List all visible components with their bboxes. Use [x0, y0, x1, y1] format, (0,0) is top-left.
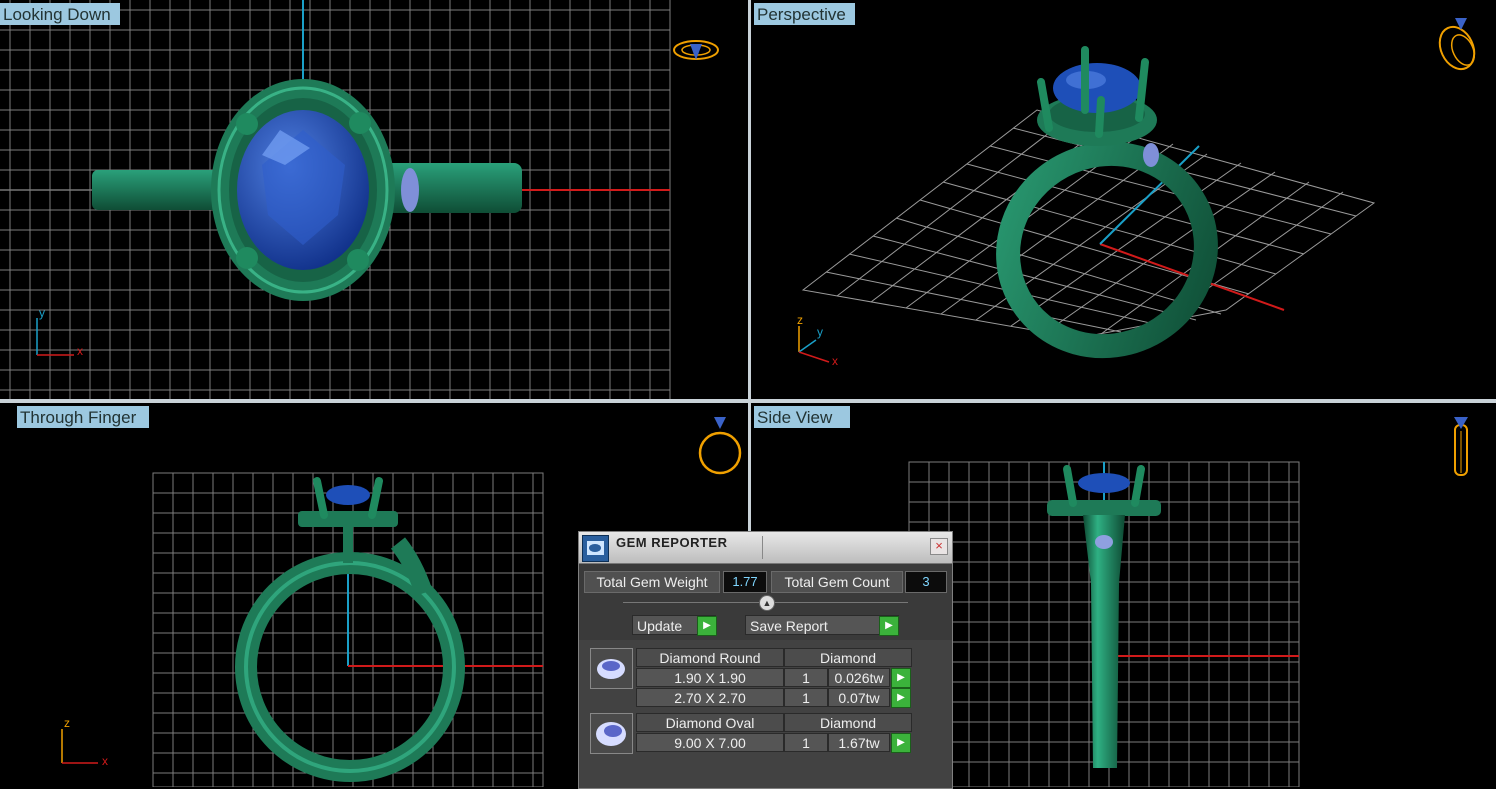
prong: [236, 113, 258, 135]
prong: [236, 247, 258, 269]
side-stone: [1095, 535, 1113, 549]
halo: [298, 511, 398, 527]
viewport-label-perspective[interactable]: Perspective: [754, 3, 855, 25]
view-cube-icon[interactable]: [1454, 417, 1468, 476]
prong: [347, 249, 369, 271]
save-report-button[interactable]: Save Report: [745, 615, 899, 635]
view-cube-icon[interactable]: [698, 417, 742, 475]
side-stone: [1143, 143, 1159, 167]
gem-shape-cell: Diamond Oval: [636, 713, 784, 732]
gem-reporter-titlebar[interactable]: GEM REPORTER ×: [579, 532, 952, 564]
center-stone: [1078, 473, 1130, 493]
total-gem-weight-label: Total Gem Weight: [584, 571, 720, 593]
gem-size-cell: 1.90 X 1.90: [636, 668, 784, 687]
halo: [1047, 500, 1161, 516]
gem-weight-cell: 0.026tw: [828, 668, 890, 687]
total-gem-count-label: Total Gem Count: [771, 571, 903, 593]
axis-z-label: z: [797, 313, 803, 327]
prong: [349, 112, 371, 134]
gem-qty-cell: 1: [784, 668, 828, 687]
total-gem-weight-value: 1.77: [723, 571, 767, 593]
perspective-canvas: [798, 18, 1481, 363]
gem-qty-cell: 1: [784, 688, 828, 707]
gem-shape-cell: Diamond Round: [636, 648, 784, 667]
save-report-play-icon[interactable]: ▶: [879, 616, 899, 636]
gem-row-play-icon[interactable]: ▶: [891, 668, 911, 688]
axis-x-label: x: [102, 754, 108, 768]
update-play-icon[interactable]: ▶: [697, 616, 717, 636]
collapse-toggle-icon[interactable]: ▲: [759, 595, 775, 611]
gem-row-play-icon[interactable]: ▶: [891, 733, 911, 753]
gem-reporter-app-icon: [582, 535, 609, 562]
viewport-perspective[interactable]: z y x Perspective: [751, 0, 1496, 399]
total-gem-count-value: 3: [905, 571, 947, 593]
axis-x-label: x: [832, 354, 838, 368]
axis-z-label: z: [64, 716, 70, 730]
viewport-label-looking-down[interactable]: Looking Down: [0, 3, 120, 25]
axis-y-label: y: [817, 325, 823, 339]
axis-x-label: x: [77, 344, 83, 358]
gem-material-cell: Diamond: [784, 713, 912, 732]
viewport-looking-down[interactable]: y x Looking Down: [0, 0, 748, 399]
gem-weight-cell: 1.67tw: [828, 733, 890, 752]
gem-material-cell: Diamond: [784, 648, 912, 667]
gem-row-play-icon[interactable]: ▶: [891, 688, 911, 708]
center-stone: [326, 485, 370, 505]
gem-size-cell: 9.00 X 7.00: [636, 733, 784, 752]
gem-reporter-title: GEM REPORTER: [616, 535, 728, 550]
axis-y-label: y: [39, 306, 45, 320]
looking-down-canvas: [0, 0, 719, 399]
viewport-label-through-finger[interactable]: Through Finger: [17, 406, 149, 428]
gem-qty-cell: 1: [784, 733, 828, 752]
gem-weight-cell: 0.07tw: [828, 688, 890, 707]
diamond-round-thumbnail[interactable]: [590, 648, 633, 689]
ring-shank-left: [92, 170, 224, 210]
viewport-label-side-view[interactable]: Side View: [754, 406, 850, 428]
gem-reporter-panel[interactable]: GEM REPORTER × Total Gem Weight 1.77 Tot…: [578, 531, 953, 789]
view-cube-icon[interactable]: [673, 40, 719, 60]
diamond-oval-thumbnail[interactable]: [590, 713, 633, 754]
close-button[interactable]: ×: [930, 538, 948, 555]
view-cube-icon[interactable]: [1433, 18, 1481, 75]
side-stone: [401, 168, 419, 212]
gem-size-cell: 2.70 X 2.70: [636, 688, 784, 707]
